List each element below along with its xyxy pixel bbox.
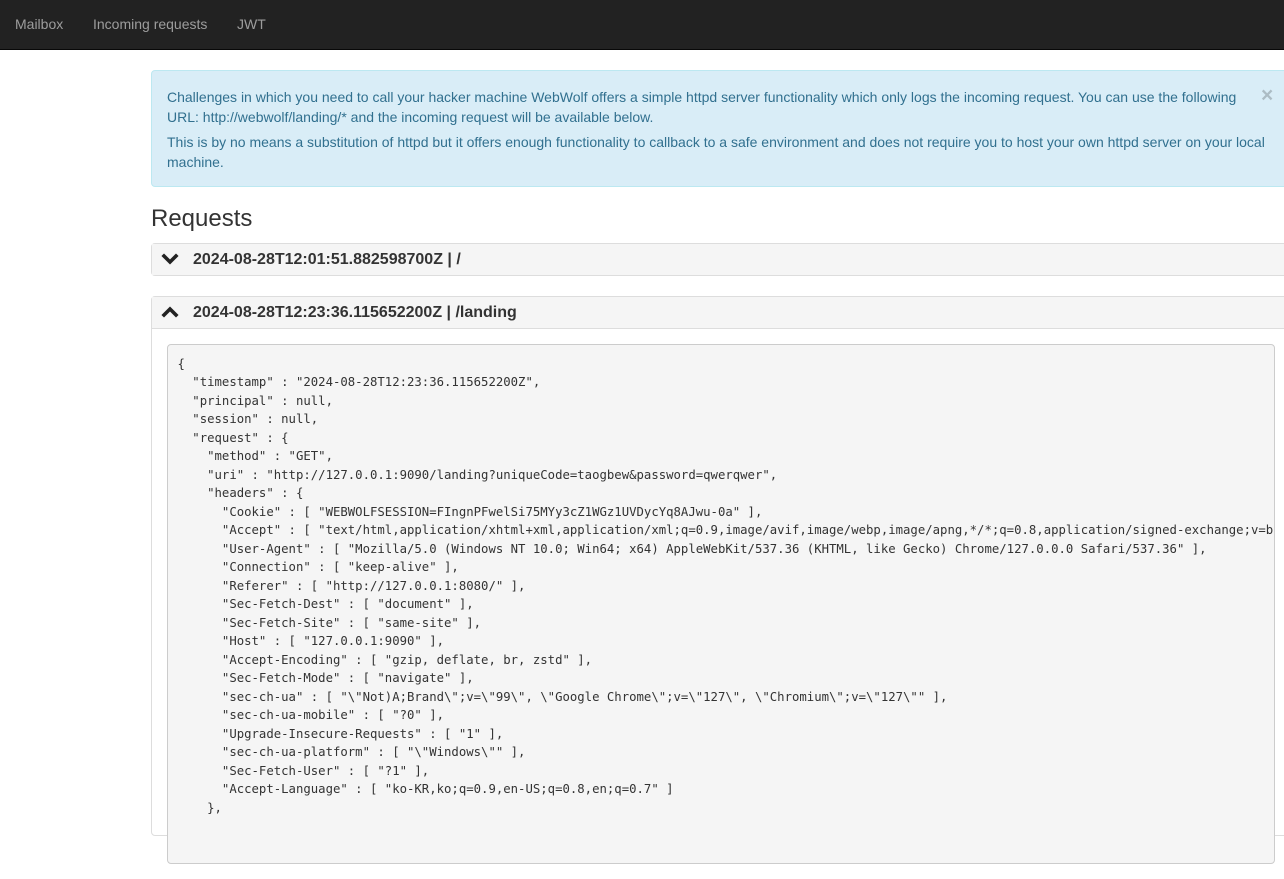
top-navbar: Mailbox Incoming requests JWT (0, 0, 1284, 50)
nav-jwt[interactable]: JWT (237, 0, 266, 50)
code-line: "session" : null, (177, 412, 319, 426)
request-panel-2-heading[interactable]: 2024-08-28T12:23:36.115652200Z | /landin… (152, 297, 1284, 328)
code-line: "Accept-Language" : [ "ko-KR,ko;q=0.9,en… (177, 782, 674, 796)
info-alert: Challenges in which you need to call you… (151, 70, 1284, 187)
request-panel-2: 2024-08-28T12:23:36.115652200Z | /landin… (151, 296, 1284, 864)
code-line: "method" : "GET", (177, 449, 333, 463)
request-panel-1: 2024-08-28T12:01:51.882598700Z | / (151, 243, 1284, 276)
code-line: "sec-ch-ua-mobile" : [ "?0" ], (177, 708, 445, 722)
close-icon[interactable]: × (1261, 85, 1273, 106)
request-panel-2-title: 2024-08-28T12:23:36.115652200Z | /landin… (193, 304, 517, 321)
code-line: "Upgrade-Insecure-Requests" : [ "1" ], (177, 726, 504, 741)
code-line: "uri" : "http://127.0.0.1:9090/landing?u… (177, 467, 778, 482)
request-json-block: { "timestamp" : "2024-08-28T12:23:36.115… (167, 344, 1275, 864)
code-line: "principal" : null, (177, 393, 333, 408)
request-panel-2-body: { "timestamp" : "2024-08-28T12:23:36.115… (152, 328, 1284, 879)
requests-title: Requests (151, 205, 253, 232)
code-line: { (177, 356, 185, 371)
code-line: "sec-ch-ua" : [ "\"Not)A;Brand\";v=\"99\… (177, 689, 948, 704)
chevron-down-icon (161, 253, 179, 265)
alert-paragraph-2: This is by no means a substitution of ht… (167, 134, 1265, 170)
code-line: "User-Agent" : [ "Mozilla/5.0 (Windows N… (177, 541, 1207, 556)
code-line: "Sec-Fetch-Site" : [ "same-site" ], (177, 615, 482, 630)
code-line: "request" : { (177, 430, 289, 445)
request-panel-1-title: 2024-08-28T12:01:51.882598700Z | / (193, 251, 461, 268)
code-line: "Sec-Fetch-Mode" : [ "navigate" ], (177, 671, 474, 685)
chevron-up-icon (161, 306, 179, 318)
request-panel-1-heading[interactable]: 2024-08-28T12:01:51.882598700Z | / (152, 244, 1284, 275)
code-line: "Sec-Fetch-Dest" : [ "document" ], (177, 597, 474, 611)
code-line: "Accept" : [ "text/html,application/xhtm… (177, 523, 1275, 537)
code-line: "sec-ch-ua-platform" : [ "\"Windows\"" ]… (177, 745, 526, 759)
code-line: "Connection" : [ "keep-alive" ], (177, 560, 459, 574)
code-line: "timestamp" : "2024-08-28T12:23:36.11565… (177, 375, 541, 389)
code-line: "Accept-Encoding" : [ "gzip, deflate, br… (177, 652, 593, 667)
code-line: "headers" : { (177, 486, 304, 500)
nav-incoming-requests[interactable]: Incoming requests (93, 0, 207, 50)
alert-paragraph-1: Challenges in which you need to call you… (167, 89, 1237, 125)
code-line: "Referer" : [ "http://127.0.0.1:8080/" ]… (177, 578, 526, 593)
code-line: "Sec-Fetch-User" : [ "?1" ], (177, 763, 430, 778)
nav-mailbox[interactable]: Mailbox (15, 0, 63, 50)
code-line: "Cookie" : [ "WEBWOLFSESSION=FIngnPFwelS… (177, 504, 763, 519)
code-line: "Host" : [ "127.0.0.1:9090" ], (177, 634, 445, 648)
